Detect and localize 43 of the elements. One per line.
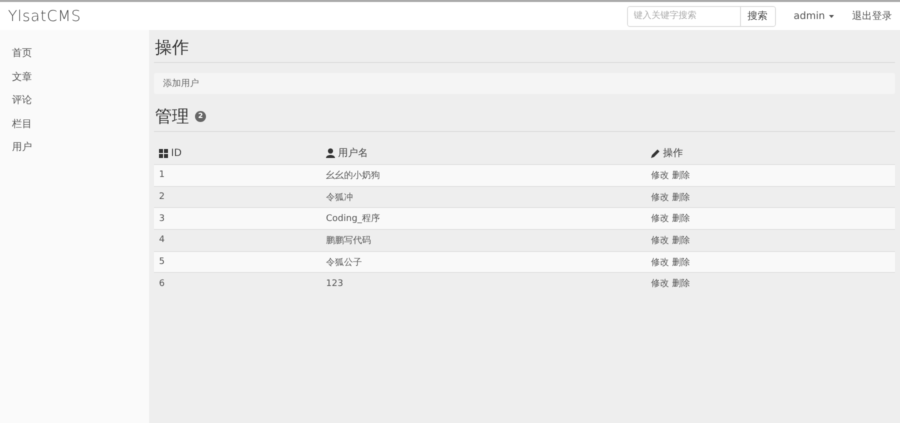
table-cell-text: 幺幺的小奶狗 bbox=[325, 170, 381, 182]
row-action-link[interactable]: 修改 bbox=[651, 212, 669, 226]
table-cell-text: 6 bbox=[158, 278, 166, 289]
table-cell-text: 令狐冲 bbox=[325, 192, 354, 204]
column-header: 用户名 bbox=[338, 146, 368, 160]
logout-link[interactable]: 退出登录 bbox=[852, 9, 892, 23]
column-header: 操作 bbox=[663, 147, 683, 160]
row-action-link[interactable]: 删除 bbox=[672, 234, 690, 247]
add-user-link[interactable]: 添加用户 bbox=[163, 77, 199, 90]
section-heading: 管理 bbox=[155, 106, 189, 128]
column-header: ID bbox=[171, 148, 182, 158]
section-heading: 操作 bbox=[154, 36, 190, 60]
table-cell-text: 1 bbox=[158, 170, 166, 180]
row-action-link[interactable]: 修改 bbox=[651, 234, 669, 247]
row-action-link[interactable]: 修改 bbox=[651, 256, 669, 269]
row-action-link[interactable]: 删除 bbox=[672, 256, 690, 269]
caret-icon bbox=[829, 14, 834, 18]
user-menu[interactable]: admin bbox=[794, 10, 834, 22]
row-action-link[interactable]: 删除 bbox=[672, 168, 690, 182]
table-cell-text: 5 bbox=[158, 257, 166, 268]
search-field[interactable]: 键入关键字搜索 搜索 bbox=[626, 6, 776, 26]
pencil-icon bbox=[651, 148, 660, 158]
table-cell-text: 3 bbox=[158, 214, 166, 224]
table-cell-text: Coding_程序 bbox=[325, 212, 381, 226]
sidebar-item[interactable]: 用户 bbox=[0, 136, 149, 160]
row-action-link[interactable]: 删除 bbox=[672, 190, 690, 204]
row-action-link[interactable]: 修改 bbox=[651, 190, 669, 204]
table-cell-text: 2 bbox=[158, 192, 166, 202]
table-cell-text: 令狐公子 bbox=[325, 256, 363, 269]
sidebar-item[interactable]: 首页 bbox=[0, 42, 149, 66]
table-cell-text: 鹏鹏写代码 bbox=[325, 234, 372, 247]
table-cell-text: 4 bbox=[158, 235, 166, 246]
user-icon bbox=[326, 148, 335, 158]
brand-logo[interactable]: YlsatCMS bbox=[8, 7, 82, 25]
table-cell-text: 123 bbox=[325, 278, 344, 289]
sidebar-item[interactable]: 评论 bbox=[0, 89, 149, 112]
row-action-link[interactable]: 修改 bbox=[651, 168, 669, 182]
grid-icon bbox=[159, 148, 168, 158]
row-action-link[interactable]: 修改 bbox=[651, 277, 669, 290]
sidebar-item[interactable]: 文章 bbox=[0, 66, 149, 89]
sidebar-item[interactable]: 栏目 bbox=[0, 112, 149, 136]
row-action-link[interactable]: 删除 bbox=[672, 277, 690, 290]
row-action-link[interactable]: 删除 bbox=[672, 212, 690, 226]
